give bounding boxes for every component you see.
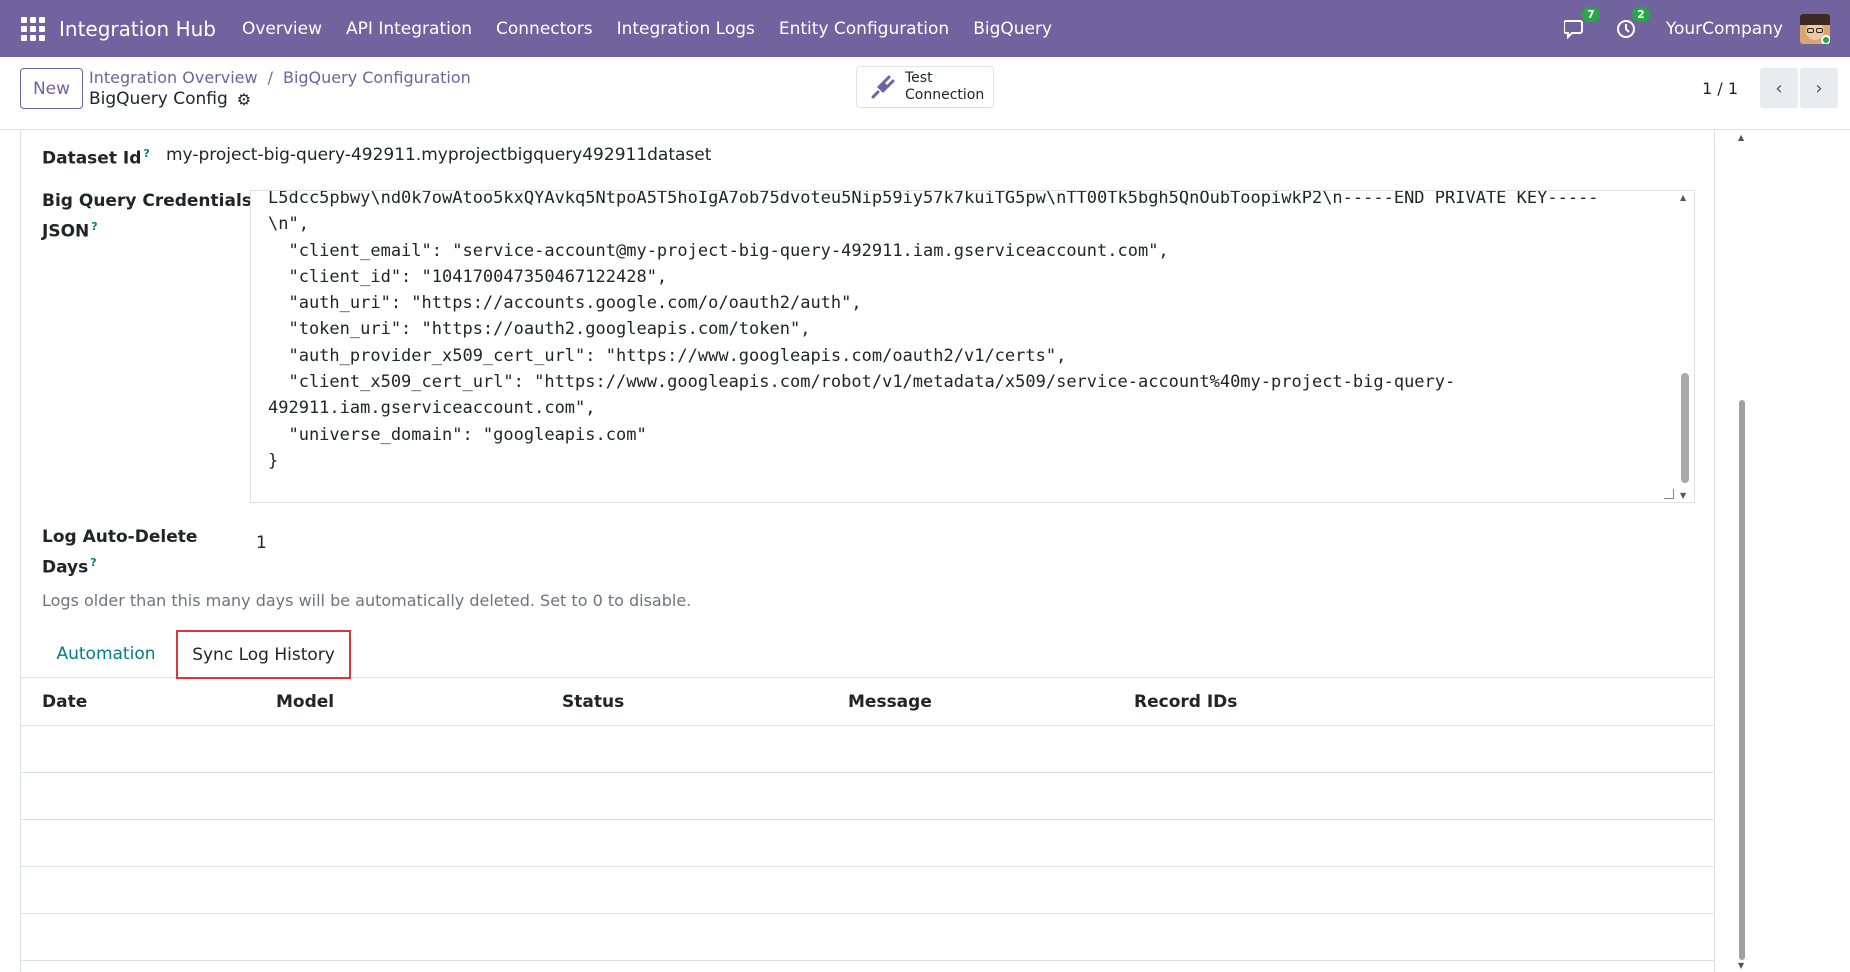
table-row [21,726,1714,773]
pager-value[interactable]: 1 / 1 [1702,79,1738,98]
menu-entity-configuration[interactable]: Entity Configuration [779,19,949,39]
table-row [21,914,1714,961]
scroll-up-icon: ▲ [1738,133,1745,142]
table-row [21,773,1714,820]
breadcrumb: Integration Overview / BigQuery Configur… [89,68,471,87]
top-navbar: Integration Hub Overview API Integration… [0,0,1850,57]
help-tooltip-icon[interactable]: ? [90,556,96,569]
credentials-json-label: Big Query Credentials JSON? [42,191,252,242]
menu-connectors[interactable]: Connectors [496,19,593,39]
breadcrumb-integration-overview[interactable]: Integration Overview [89,68,258,87]
table-row [21,867,1714,914]
help-tooltip-icon[interactable]: ? [143,147,149,160]
credentials-json-text: L5dcc5pbwy\nd0k7owAtoo5kxQYAvkq5NtpoA5T5… [268,190,1599,471]
app-brand[interactable]: Integration Hub [59,17,216,41]
scroll-up-icon: ▲ [1680,193,1687,202]
record-name: BigQuery Config [89,89,228,109]
form-sheet: Dataset Id? my-project-big-query-492911.… [20,130,1715,972]
control-panel: New Integration Overview / BigQuery Conf… [0,57,1850,130]
dataset-id-field[interactable]: my-project-big-query-492911.myprojectbig… [166,145,711,165]
column-message[interactable]: Message [848,692,932,712]
breadcrumb-separator: / [267,68,273,87]
activities-button[interactable]: 2 [1616,6,1650,39]
tab-automation[interactable]: Automation [41,630,171,678]
credentials-json-textarea[interactable]: L5dcc5pbwy\nd0k7owAtoo5kxQYAvkq5NtpoA5T5… [250,190,1695,503]
company-switcher[interactable]: YourCompany [1666,19,1783,39]
plug-icon [871,75,895,99]
pager-next-button[interactable]: › [1800,68,1838,108]
menu-overview[interactable]: Overview [242,19,322,39]
clock-icon [1616,19,1635,38]
menu-bigquery[interactable]: BigQuery [973,19,1052,39]
chat-icon [1563,19,1583,39]
tab-sync-log-history[interactable]: Sync Log History [176,630,351,679]
log-help-text: Logs older than this many days will be a… [42,591,692,610]
test-connection-label-2: Connection [905,87,985,103]
page-scroll-thumb[interactable] [1739,400,1745,960]
test-connection-label-1: Test [905,70,933,86]
column-status[interactable]: Status [562,692,624,712]
dataset-id-label: Dataset Id? [42,147,150,169]
breadcrumb-bigquery-configuration[interactable]: BigQuery Configuration [283,68,471,87]
record-title: BigQuery Config ⚙ [89,89,251,109]
activities-badge: 2 [1632,6,1650,22]
table-header: Date Model Status Message Record IDs [21,678,1714,726]
table-row [21,820,1714,867]
chevron-right-icon: › [1815,77,1823,99]
resize-handle-icon[interactable] [1664,489,1674,499]
new-button[interactable]: New [20,68,83,109]
log-auto-delete-days-field[interactable]: 1 [256,533,267,553]
menu-api-integration[interactable]: API Integration [346,19,472,39]
scroll-down-icon: ▼ [1738,961,1745,970]
column-model[interactable]: Model [276,692,334,712]
column-record-ids[interactable]: Record IDs [1134,692,1237,712]
messages-badge: 7 [1582,6,1600,22]
textarea-scroll-thumb[interactable] [1681,373,1689,483]
user-avatar[interactable] [1800,13,1830,44]
column-date[interactable]: Date [42,692,87,712]
notebook-tabs: Automation Sync Log History [21,630,1714,679]
chevron-left-icon: ‹ [1775,77,1783,99]
sync-log-table: Date Model Status Message Record IDs [21,678,1714,961]
log-auto-delete-days-label: Log Auto-Delete Days? [42,527,198,578]
menu-integration-logs[interactable]: Integration Logs [617,19,755,39]
page-scrollbar[interactable]: ▲ ▼ [1735,130,1749,972]
scroll-down-icon: ▼ [1680,491,1687,500]
apps-menu-icon[interactable] [21,16,45,41]
test-connection-button[interactable]: Test Connection [856,66,994,108]
help-tooltip-icon[interactable]: ? [91,220,97,233]
pager-previous-button[interactable]: ‹ [1760,68,1798,108]
textarea-scrollbar[interactable]: ▲ ▼ [1678,191,1692,502]
messages-button[interactable]: 7 [1563,6,1600,39]
gear-icon[interactable]: ⚙ [237,90,251,109]
